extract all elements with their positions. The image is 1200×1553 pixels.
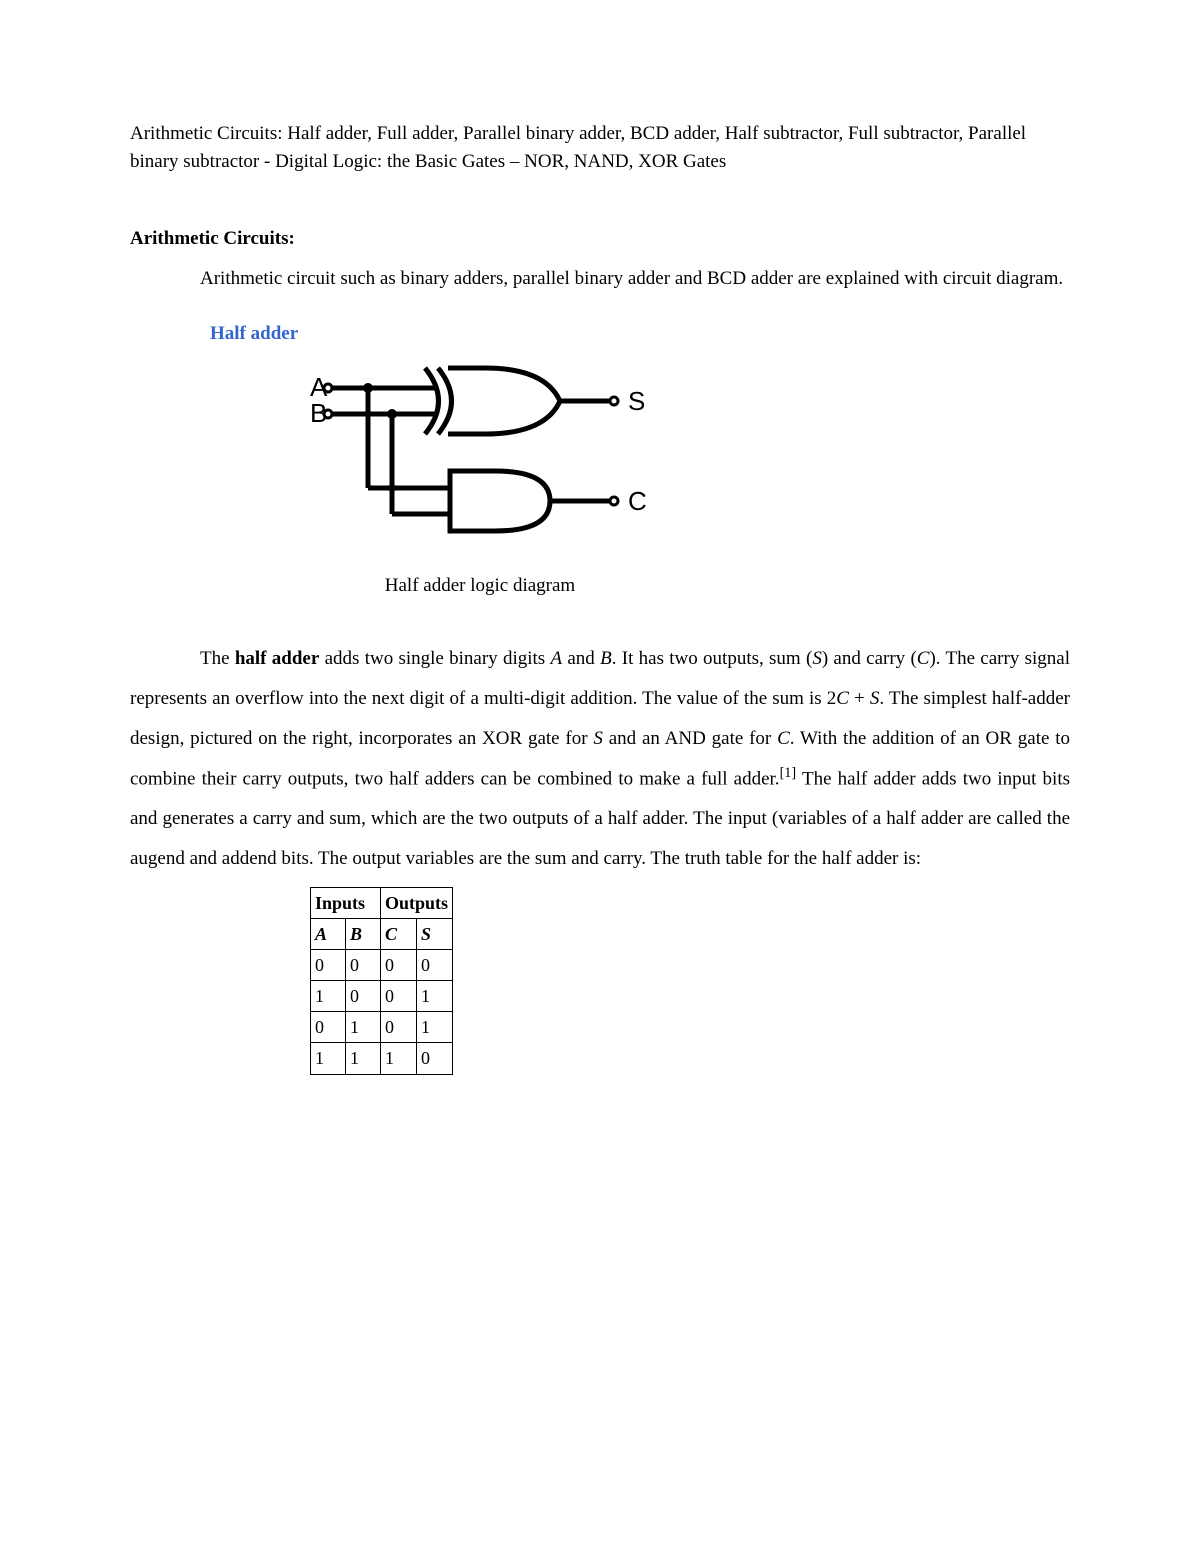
subheading-half-adder: Half adder [210,320,1070,348]
cell: 0 [417,950,453,981]
italic-c2: C [836,688,849,709]
text: and an AND gate for [603,728,777,749]
cell: 1 [311,1043,346,1074]
table-head-row: Inputs Outputs [311,887,453,918]
cell: 0 [417,1043,453,1074]
cell: 0 [381,1012,417,1043]
text: The [200,648,235,669]
label-b: B [310,398,327,428]
table-row: 0 0 0 0 [311,950,453,981]
cell: 1 [381,1043,417,1074]
cell: 1 [311,981,346,1012]
italic-s2: S [870,688,880,709]
topic-list: Arithmetic Circuits: Half adder, Full ad… [130,120,1070,175]
table-row: 1 0 0 1 [311,981,453,1012]
cell: 0 [381,981,417,1012]
italic-c: C [917,648,930,669]
cell: 1 [346,1012,381,1043]
th-inputs: Inputs [311,887,381,918]
truth-table: Inputs Outputs A B C S 0 0 0 0 1 0 0 1 0… [310,887,453,1075]
bold-half-adder: half adder [235,648,319,669]
cell: 1 [417,1012,453,1043]
italic-b: B [600,648,612,669]
half-adder-diagram: A B S C Half adder logic diagram [230,356,730,600]
diagram-caption: Half adder logic diagram [230,572,730,600]
col-s: S [417,919,453,950]
italic-c3: C [777,728,790,749]
cell: 0 [346,981,381,1012]
body-paragraph: The half adder adds two single binary di… [130,639,1070,879]
label-s: S [628,386,645,416]
half-adder-svg: A B S C [290,356,670,566]
text: and [562,648,600,669]
section-heading: Arithmetic Circuits: [130,225,1070,253]
intro-paragraph: Arithmetic circuit such as binary adders… [130,265,1070,293]
cell: 0 [311,950,346,981]
table-row: 0 1 0 1 [311,1012,453,1043]
table-col-row: A B C S [311,919,453,950]
italic-s: S [812,648,822,669]
text: ) and carry ( [822,648,917,669]
text: + [849,688,870,709]
cell: 1 [346,1043,381,1074]
text: adds two single binary digits [319,648,550,669]
col-c: C [381,919,417,950]
col-a: A [311,919,346,950]
italic-s3: S [593,728,603,749]
cell: 1 [417,981,453,1012]
col-b: B [346,919,381,950]
cell: 0 [311,1012,346,1043]
italic-a: A [550,648,562,669]
citation-sup: [1] [780,765,797,781]
cell: 0 [346,950,381,981]
th-outputs: Outputs [381,887,453,918]
label-c: C [628,486,647,516]
text: . It has two outputs, sum ( [612,648,813,669]
table-row: 1 1 1 0 [311,1043,453,1074]
cell: 0 [381,950,417,981]
